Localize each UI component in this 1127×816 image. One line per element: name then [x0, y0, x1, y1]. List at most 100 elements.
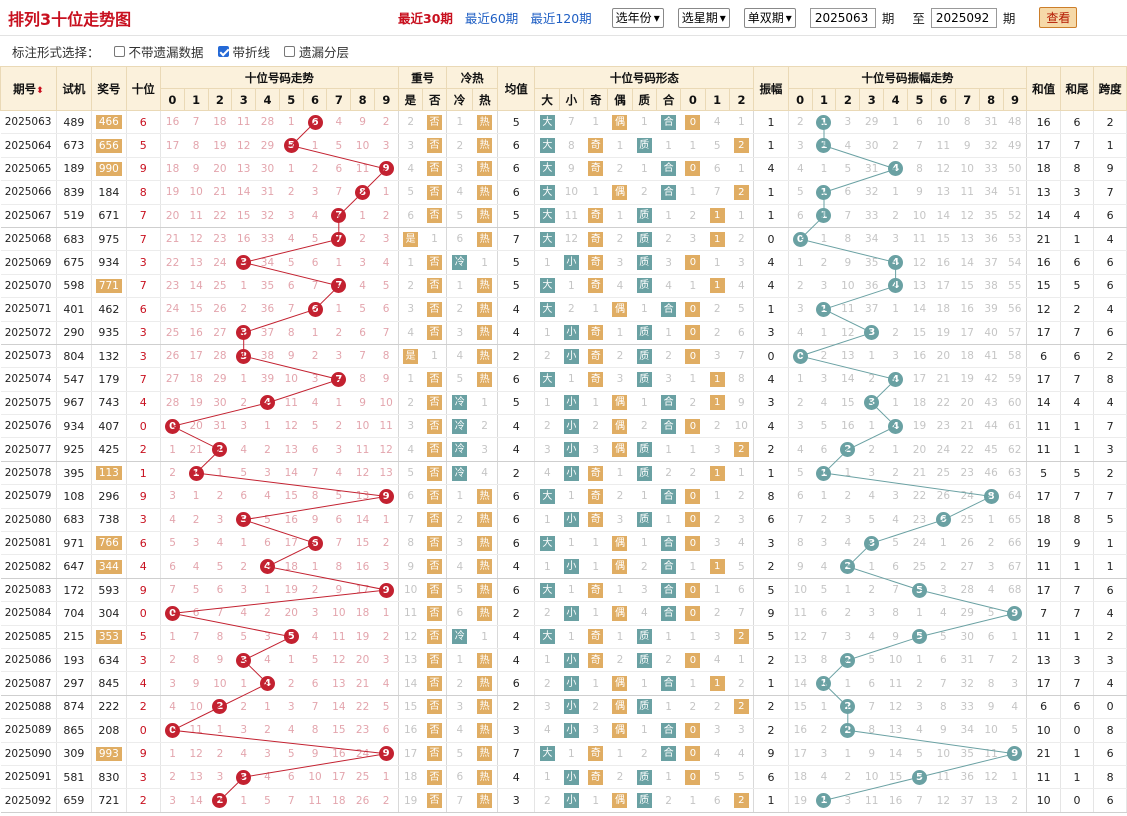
- trend-miss-cell: 10: [350, 133, 375, 158]
- form-miss-cell: 10: [729, 414, 755, 439]
- amp-hit-cell: 3: [859, 531, 884, 556]
- prize-number-cell: 304: [91, 601, 127, 626]
- form-miss-cell: 2: [705, 508, 730, 533]
- amp-miss-cell: 5: [788, 461, 813, 486]
- form-mark: 大: [539, 138, 555, 154]
- form-mark-cell: 0: [680, 742, 706, 766]
- repeat-yes-cell: 是: [398, 344, 423, 369]
- option-line[interactable]: 带折线: [217, 42, 270, 61]
- form-mark-cell: 大: [534, 110, 560, 135]
- option-no-miss[interactable]: 不带遗漏数据: [113, 42, 204, 61]
- amp-miss-cell: 19: [931, 321, 956, 345]
- form-miss-cell: 2: [534, 671, 560, 696]
- form-mark-cell: 偶: [607, 671, 633, 696]
- table-row: 2025079 108 296 9 3 1 2 6 4 15 8 5 13 9 6 否 1 热 6 大 1 奇 2 1 合 0 1 2…: [0, 484, 1127, 509]
- amp-miss-cell: 29: [859, 110, 884, 135]
- sort-icon[interactable]: ⬍: [36, 86, 44, 96]
- trend-miss-cell: 19: [160, 180, 185, 205]
- amp-miss-cell: 57: [1003, 321, 1028, 345]
- amp-miss-cell: 4: [859, 484, 884, 509]
- form-mark: 小: [563, 465, 579, 481]
- amp-miss-cell: 35: [955, 742, 980, 766]
- trend-miss-cell: 5: [255, 788, 280, 813]
- query-button[interactable]: 查看: [1039, 7, 1078, 28]
- checkbox-checked-icon[interactable]: [217, 45, 229, 57]
- form-miss-cell: 1: [632, 718, 657, 743]
- amp-miss-cell: 13: [788, 648, 813, 673]
- form-mark-cell: 奇: [583, 648, 608, 673]
- form-miss-cell: 2: [559, 297, 584, 322]
- odd-even-select[interactable]: 单双期 ▾: [743, 7, 796, 28]
- hit-ball: 7: [331, 278, 347, 294]
- form-mark-cell: 大: [534, 531, 560, 556]
- trend-miss-cell: 23: [350, 718, 375, 743]
- weekday-select[interactable]: 选星期 ▾: [677, 7, 730, 28]
- form-miss-cell: 1: [680, 367, 706, 392]
- amp-hit-ball: 4: [888, 371, 904, 387]
- checkbox-icon[interactable]: [113, 45, 125, 57]
- tens-digit-cell: 4: [126, 391, 161, 416]
- period-120-link[interactable]: 最近120期: [530, 8, 591, 27]
- amp-hit-ball: 1: [816, 114, 832, 130]
- period-cell: 2025074: [0, 367, 57, 392]
- form-miss-cell: 1: [680, 625, 706, 649]
- year-select[interactable]: 选年份 ▾: [611, 7, 664, 28]
- amp-miss-cell: 12: [931, 788, 956, 813]
- repeat-yes-cell: 1: [398, 250, 423, 275]
- table-row: 2025081 971 766 6 5 3 4 1 6 17 6 7 15 2 8 否 3 热 6 大 1 1 偶 1 合 0 3 4…: [0, 531, 1127, 556]
- amp-miss-cell: 13: [907, 274, 932, 299]
- amp-miss-cell: 10: [788, 578, 813, 603]
- trend-miss-cell: 3: [255, 742, 280, 766]
- amp-miss-cell: 9: [788, 554, 813, 579]
- form-mark: 小: [563, 418, 579, 434]
- trend-miss-cell: 6: [374, 297, 399, 322]
- form-miss-cell: 6: [729, 321, 755, 345]
- repeat-yes-cell: 2: [398, 274, 423, 299]
- span-cell: 2: [1093, 110, 1127, 135]
- trend-miss-cell: 4: [326, 461, 351, 486]
- form-miss-cell: 2: [632, 554, 657, 579]
- hot-mark: 热: [477, 231, 493, 247]
- trend-miss-cell: 5: [208, 554, 232, 579]
- span-cell: 1: [1093, 554, 1127, 579]
- form-miss-cell: 4: [705, 742, 730, 766]
- chevron-down-icon: ▾: [785, 10, 792, 25]
- test-number-cell: 967: [56, 391, 93, 416]
- span-cell: 8: [1093, 765, 1127, 790]
- period-30-link[interactable]: 最近30期: [398, 8, 453, 27]
- trend-miss-cell: 24: [160, 297, 185, 322]
- form-mark-cell: 1: [705, 554, 730, 579]
- amp-miss-cell: 4: [907, 718, 932, 743]
- form-mark-cell: 质: [632, 344, 657, 369]
- form-miss-cell: 1: [559, 625, 584, 649]
- sumtail-cell: 7: [1060, 133, 1095, 158]
- prize-number-cell: 208: [91, 718, 127, 743]
- option-layer[interactable]: 遗漏分层: [284, 42, 349, 61]
- form-miss-cell: 1: [632, 671, 657, 696]
- sumtail-cell: 3: [1060, 648, 1095, 673]
- amp-miss-cell: 8: [788, 531, 813, 556]
- repeat-no-cell: 否: [422, 671, 448, 696]
- amp-miss-cell: 32: [859, 180, 884, 205]
- amp-cell: 1: [753, 180, 789, 205]
- trend-miss-cell: 4: [160, 508, 185, 533]
- amp-miss-cell: 3: [931, 578, 956, 603]
- form-miss-cell: 2: [632, 414, 657, 439]
- from-period-input[interactable]: [809, 7, 876, 28]
- trend-hit-cell: 8: [350, 180, 375, 205]
- period-60-link[interactable]: 最近60期: [465, 8, 518, 27]
- amp-miss-cell: 36: [859, 274, 884, 299]
- checkbox-icon[interactable]: [284, 45, 296, 57]
- period-header[interactable]: 期号⬍: [0, 66, 57, 111]
- trend-miss-cell: 9: [374, 367, 399, 392]
- tens-digit-cell: 2: [126, 695, 161, 720]
- amp-miss-cell: 5: [931, 625, 956, 649]
- to-period-input[interactable]: [930, 7, 997, 28]
- amp-miss-cell: 14: [955, 250, 980, 275]
- amp-digit-header-0: 0: [787, 88, 813, 111]
- sum-cell: 5: [1026, 461, 1061, 486]
- amp-digit-header-8: 8: [978, 88, 1004, 111]
- trend-miss-cell: 23: [208, 227, 232, 252]
- period-cell: 2025086: [0, 648, 57, 673]
- form-mark: 质: [636, 512, 652, 528]
